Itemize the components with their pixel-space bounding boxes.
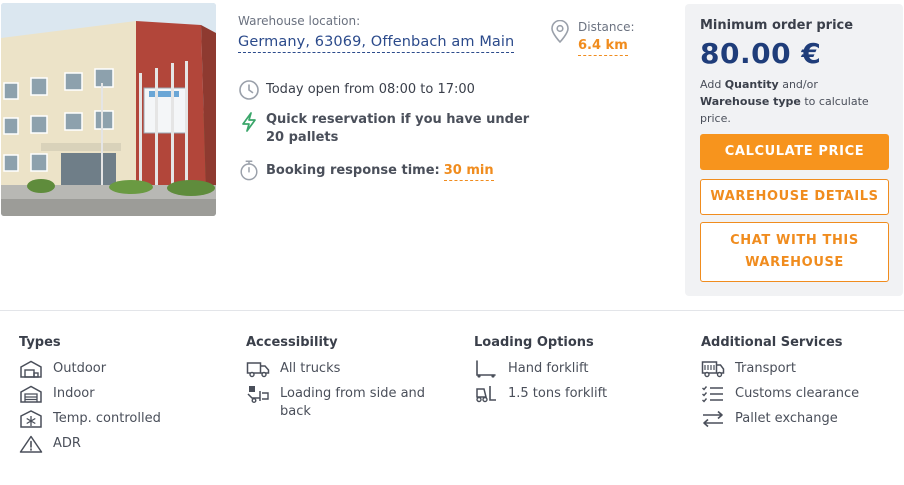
loading-item: Hand forklift [474,360,674,378]
price-hint-quantity: Quantity [724,78,779,91]
loading-item-label: Hand forklift [508,361,589,376]
additional-services-title: Additional Services [701,335,843,350]
quick-reservation: Quick reservation if you have under 20 p… [238,111,536,147]
indoor-warehouse-icon [20,385,42,403]
service-item-label: Transport [735,361,797,376]
distance-value: 6.4 km [578,38,628,56]
additional-services-section: Additional Services Transport Customs cl… [701,335,901,435]
service-item: Customs clearance [701,385,901,403]
service-item-label: Customs clearance [735,386,860,401]
transport-truck-icon [701,361,725,378]
type-item: Outdoor [19,360,219,378]
hazard-warning-icon [19,435,43,453]
forklift-icon [476,386,496,403]
location-label: Warehouse location: [238,14,361,28]
service-item-label: Pallet exchange [735,411,838,426]
types-title: Types [19,335,61,350]
accessibility-item: All trucks [246,360,446,378]
accessibility-item-label: Loading from side and back [280,386,426,419]
type-item-label: Indoor [53,386,95,401]
loading-item: 1.5 tons forklift [474,385,674,403]
price-hint: Add Quantity and/or Warehouse type to ca… [700,76,888,127]
warehouse-info: Warehouse location: Germany, 63069, Offe… [238,14,538,181]
service-item: Pallet exchange [701,410,901,428]
warehouse-photo[interactable] [1,3,216,216]
loading-options-title: Loading Options [474,335,594,350]
opening-hours: Today open from 08:00 to 17:00 [238,79,475,101]
accessibility-section: Accessibility All trucks Loading from si… [246,335,446,428]
min-order-label: Minimum order price [700,18,854,33]
clock-icon [239,80,259,100]
lightning-icon [242,112,256,132]
price-panel: Minimum order price 80.00 € Add Quantity… [685,4,903,296]
loading-item-label: 1.5 tons forklift [508,386,608,401]
location-link[interactable]: Germany, 63069, Offenbach am Main [238,34,515,53]
price-hint-text: and/or [778,78,818,91]
hand-forklift-icon [476,360,496,378]
booking-response-value[interactable]: 30 min [443,163,494,181]
opening-hours-text: Today open from 08:00 to 17:00 [266,82,475,97]
price-hint-type: Warehouse type [700,95,801,108]
checklist-icon [702,386,723,403]
exchange-arrows-icon [703,410,723,428]
accessibility-title: Accessibility [246,335,338,350]
type-item-label: Temp. controlled [53,411,161,426]
pallet-loading-icon [247,386,269,403]
service-item: Transport [701,360,901,378]
loading-options-section: Loading Options Hand forklift 1.5 tons f… [474,335,674,410]
outdoor-warehouse-icon [20,360,42,378]
accessibility-item-label: All trucks [280,361,341,376]
min-order-price: 80.00 € [700,37,822,70]
types-section: Types Outdoor Indoor Temp. controlled AD… [19,335,219,460]
stopwatch-icon [240,160,258,181]
distance: Distance: 6.4 km [550,20,635,56]
type-item: Temp. controlled [19,410,219,428]
distance-label: Distance: [578,20,635,34]
truck-icon [246,362,270,378]
divider [0,310,904,311]
type-item-label: Outdoor [53,361,107,376]
booking-response: Booking response time: 30 min [238,159,494,181]
booking-response-label: Booking response time: [266,163,440,178]
calculate-price-button[interactable]: CALCULATE PRICE [700,134,889,170]
warehouse-details-button[interactable]: WAREHOUSE DETAILS [700,179,889,215]
accessibility-item: Loading from side and back [246,385,446,421]
price-hint-text: Add [700,78,725,91]
location-pin-icon [551,20,569,44]
chat-warehouse-button[interactable]: CHAT WITH THIS WAREHOUSE [700,222,889,282]
quick-reservation-text: Quick reservation if you have under 20 p… [266,112,530,145]
type-item: ADR [19,435,219,453]
type-item: Indoor [19,385,219,403]
type-item-label: ADR [53,436,81,451]
snowflake-warehouse-icon [20,410,42,428]
